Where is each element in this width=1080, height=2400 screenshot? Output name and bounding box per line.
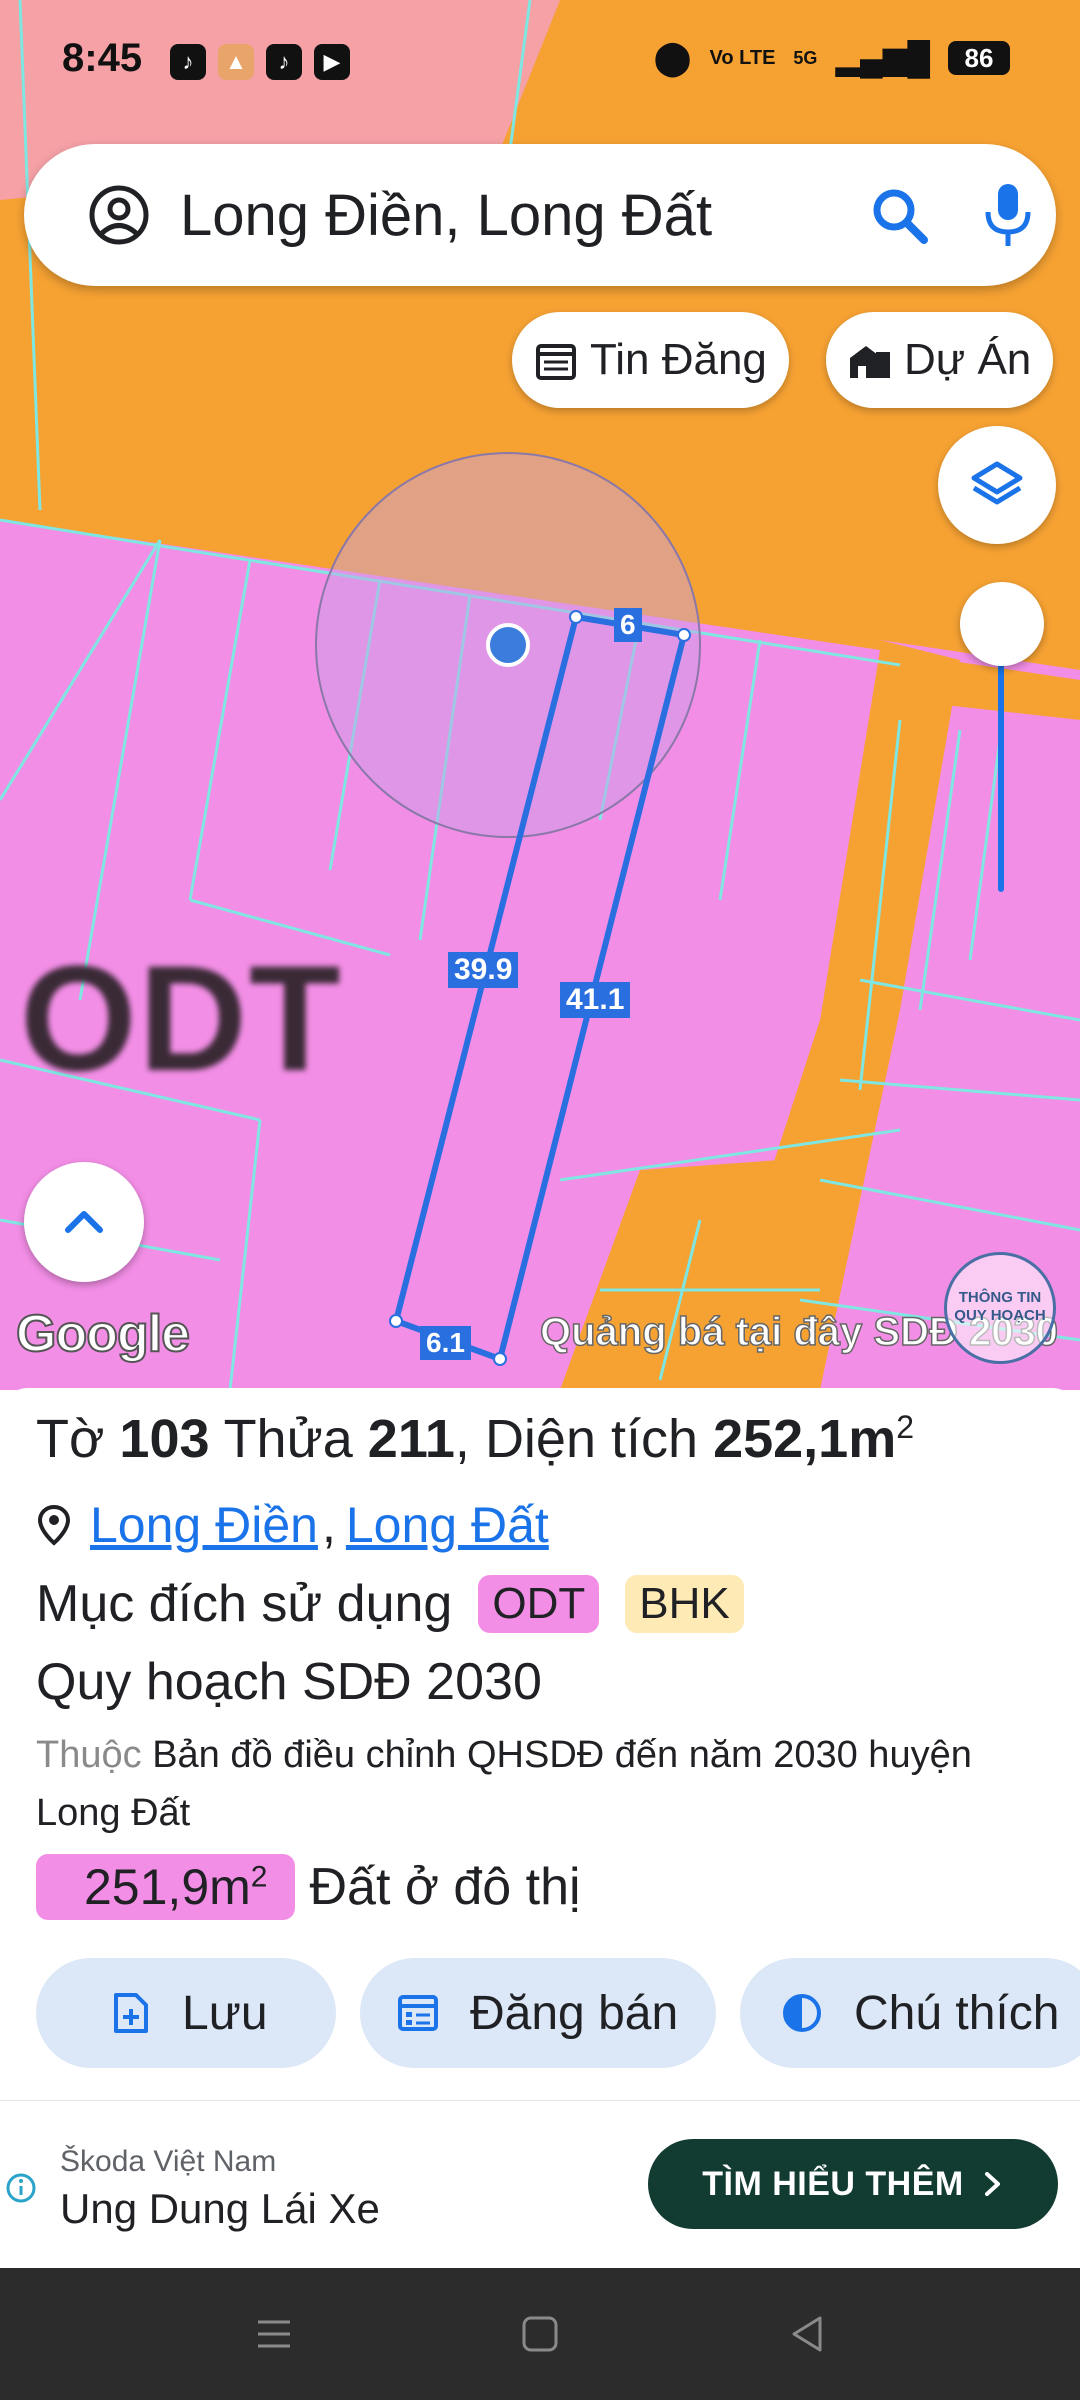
land-area-value: 251,9m <box>84 1859 251 1915</box>
usage-purpose-row: Mục đích sử dụng ODT BHK <box>36 1574 744 1634</box>
comma: , <box>454 1409 470 1469</box>
lot-number: 211 <box>367 1409 455 1469</box>
area-label: Diện tích <box>484 1409 699 1469</box>
plan-source: Thuộc Bản đồ điều chỉnh QHSDĐ đến năm 20… <box>36 1726 1046 1842</box>
location-status-icon: ⬤ <box>653 39 692 77</box>
network-gen-label: 5G <box>793 47 818 68</box>
badge-text-1: THÔNG TIN <box>958 1289 1042 1306</box>
save-button[interactable]: Lưu <box>36 1958 336 2068</box>
purpose-tag-odt[interactable]: ODT <box>478 1575 600 1633</box>
district-link[interactable]: Long Điền <box>90 1496 318 1554</box>
land-area-exponent: 2 <box>250 1860 268 1894</box>
listing-icon <box>398 1995 438 2031</box>
battery-indicator: 86 <box>948 41 1010 75</box>
account-icon[interactable] <box>88 184 150 246</box>
search-input[interactable]: Long Điền, Long Đất <box>180 182 712 249</box>
belongs-prefix: Thuộc <box>36 1734 142 1776</box>
ad-cta-button[interactable]: TÌM HIỂU THÊM <box>648 2139 1058 2229</box>
file-add-icon <box>114 1993 148 2033</box>
area-value: 252,1m <box>713 1409 897 1469</box>
status-bar: 8:45 ♪ ▲ ♪ ▶ ⬤ Vo LTE 5G ▂▄▆█ 86 <box>0 0 1080 120</box>
land-type-label: Đất ở đô thị <box>309 1858 581 1916</box>
contrast-icon <box>783 1994 821 2032</box>
parcel-summary: Tờ 103 Thửa 211, Diện tích 252,1m2 <box>36 1408 914 1470</box>
layers-button[interactable] <box>938 426 1056 544</box>
google-logo: Google <box>15 1304 191 1364</box>
legend-button[interactable]: Chú thích <box>740 1958 1080 2068</box>
purpose-label: Mục đích sử dụng <box>36 1575 453 1633</box>
volte-label: Vo LTE <box>709 47 776 69</box>
address-row: Long Điền , Long Đất <box>36 1496 549 1554</box>
dim-label-top: 6 <box>614 608 642 642</box>
badge-text-2: QUY HOẠCH <box>954 1307 1046 1324</box>
screen: 6 39.9 41.1 6.1 ODT Google Quảng bá tại … <box>0 0 1080 2400</box>
plan-title: Quy hoạch SDĐ 2030 <box>36 1653 542 1711</box>
lot-label: Thửa <box>223 1409 353 1469</box>
layers-icon <box>971 461 1023 505</box>
projects-chip-label: Dự Án <box>904 335 1032 384</box>
dim-label-right: 41.1 <box>560 982 631 1018</box>
system-nav-bar <box>0 2268 1080 2400</box>
land-area-row: 251,9m2 Đất ở đô thị <box>36 1854 581 1920</box>
area-exponent: 2 <box>896 1409 915 1445</box>
purpose-tag-bhk[interactable]: BHK <box>625 1575 744 1633</box>
sheet-label: Tờ <box>36 1409 105 1469</box>
opacity-slider-handle[interactable] <box>960 582 1044 666</box>
listings-chip[interactable]: Tin Đăng <box>512 312 789 408</box>
ad-title: Ung Dung Lái Xe <box>60 2185 380 2232</box>
buildings-icon <box>850 346 890 378</box>
ad-brand: Škoda Việt Nam <box>60 2145 277 2178</box>
my-location-dot <box>486 623 530 667</box>
microphone-icon[interactable] <box>980 180 1036 250</box>
belongs-text: Bản đồ điều chỉnh QHSDĐ đến năm 2030 huy… <box>36 1734 972 1834</box>
ad-info-icon[interactable] <box>6 2173 36 2203</box>
youtube-icon: ▶ <box>314 44 350 80</box>
dim-label-bottom: 6.1 <box>420 1326 471 1360</box>
status-time: 8:45 <box>62 36 143 80</box>
land-area-chip: 251,9m2 <box>36 1854 296 1920</box>
tiktok-icon: ♪ <box>266 44 302 80</box>
legend-button-label: Chú thích <box>854 1986 1060 2040</box>
opacity-slider-track[interactable] <box>998 630 1004 892</box>
back-icon[interactable] <box>786 2312 830 2356</box>
post-button-label: Đăng bán <box>470 1986 679 2040</box>
sheet-number: 103 <box>119 1409 210 1469</box>
status-indicators: ⬤ Vo LTE 5G ▂▄▆█ 86 <box>653 38 1010 78</box>
ad-cta-label: TÌM HIỂU THÊM <box>702 2164 964 2203</box>
listings-chip-label: Tin Đăng <box>590 335 767 384</box>
location-pin-icon <box>37 1504 71 1546</box>
zone-code-label: ODT <box>20 934 343 1102</box>
province-link[interactable]: Long Đất <box>346 1496 549 1554</box>
tiktok-icon: ♪ <box>170 44 206 80</box>
search-bar[interactable]: Long Điền, Long Đất <box>24 144 1056 286</box>
post-for-sale-button[interactable]: Đăng bán <box>360 1958 716 2068</box>
address-separator: , <box>321 1497 336 1553</box>
photos-icon: ▲ <box>218 44 254 80</box>
chevron-right-icon <box>984 2172 1000 2196</box>
promo-text-1: Quảng bá tại đây <box>539 1309 863 1355</box>
planning-info-badge[interactable]: THÔNG TIN QUY HOẠCH <box>944 1252 1056 1364</box>
signal-icon: ▂▄▆█ <box>835 40 930 76</box>
chevron-up-icon <box>65 1211 103 1233</box>
recents-icon[interactable] <box>252 2312 296 2356</box>
parcel-info-sheet: Tờ 103 Thửa 211, Diện tích 252,1m2 Long … <box>0 1388 1080 2100</box>
save-button-label: Lưu <box>182 1986 268 2040</box>
search-icon[interactable] <box>870 186 930 246</box>
projects-chip[interactable]: Dự Án <box>826 312 1054 408</box>
calendar-list-icon <box>536 344 576 380</box>
home-icon[interactable] <box>518 2312 562 2356</box>
ad-banner[interactable]: Škoda Việt Nam Ung Dung Lái Xe TÌM HIỂU … <box>0 2100 1080 2268</box>
dim-label-left: 39.9 <box>448 952 519 988</box>
expand-sheet-button[interactable] <box>24 1162 144 1282</box>
